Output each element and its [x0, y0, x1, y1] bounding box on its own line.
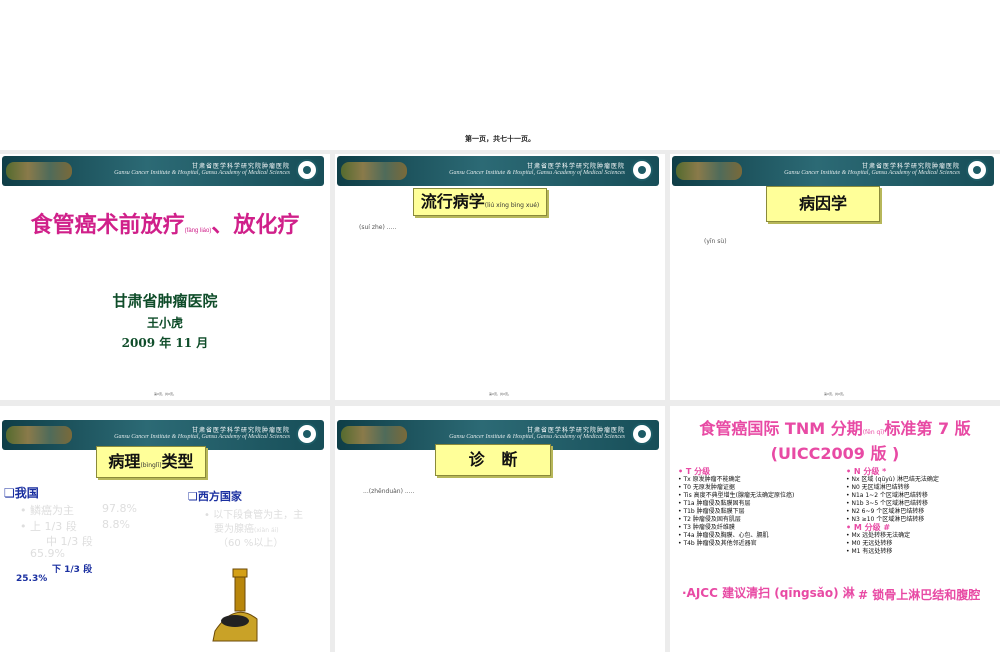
- china-row-2: • 上 1/3 段: [20, 520, 77, 533]
- t-stage-item: • T2 肿瘤侵及固有肌层: [678, 516, 741, 523]
- t-stage-item: • T0 无原发肿瘤证据: [678, 484, 735, 491]
- body-note: ...(zhěnduàn) .....: [363, 488, 415, 495]
- top-blank-area: 第一页，共七十一页。: [0, 0, 1000, 150]
- microscope-icon: [212, 568, 258, 642]
- slide-title: 流行病学: [420, 192, 485, 211]
- page-count-label: 第一页，共七十一页。: [465, 135, 535, 143]
- slide-thumbnail-3[interactable]: 甘肃省医学科学研究院肿瘤医院 Gansu Cancer Institute & …: [670, 154, 1000, 400]
- slide-thumbnail-2[interactable]: 甘肃省医学科学研究院肿瘤医院 Gansu Cancer Institute & …: [335, 154, 665, 400]
- supraclavicular-note: # 锁骨上淋巴结和腹腔: [858, 588, 981, 602]
- banner-photo: [6, 162, 72, 180]
- t-stage-item: • Tis 高度不典型增生(腺瘤无法确定原位癌): [678, 492, 795, 499]
- title-pinyin: (liú xíng bìng xué): [484, 202, 540, 209]
- t-stage-heading: • T 分级: [678, 467, 711, 476]
- hospital-name-cn: 甘肃省医学科学研究院肿瘤医院: [861, 163, 960, 170]
- slide-footer: 第X页，共X页。: [823, 392, 847, 396]
- slide-title-scroll: 病因学: [766, 186, 880, 222]
- slide-title: 食管癌国际 TNM 分期(fēn qī)标准第 7 版 (UICC2009 版 …: [699, 419, 971, 463]
- hospital-logo-icon: [631, 159, 653, 181]
- hospital-name-cn: 甘肃省医学科学研究院肿瘤医院: [526, 163, 625, 170]
- n-stage-item: • N2 6~9 个区域淋巴结转移: [846, 508, 925, 515]
- t-stage-item: • T1a 肿瘤侵及黏膜固有层: [678, 500, 751, 507]
- slide-thumbnail-4[interactable]: 甘肃省医学科学研究院肿瘤医院 Gansu Cancer Institute & …: [0, 406, 330, 652]
- t-stage-list: • T 分级 • Tx 原发肿瘤不能确定 • T0 无原发肿瘤证据 • Tis …: [678, 468, 836, 548]
- m-stage-heading: • M 分级 #: [846, 523, 891, 532]
- banner-photo: [6, 426, 72, 444]
- slide-title: 食管癌术前放疗(fàng liáo)、放化疗: [30, 212, 300, 238]
- n-m-stage-list: • N 分级 * • Nx 区域 (qūyù) 淋巴结无法确定 • N0 无区域…: [846, 468, 996, 556]
- banner-photo: [676, 162, 742, 180]
- body-note: (yīn sù): [704, 238, 727, 245]
- n-stage-item: • N1a 1~2 个区域淋巴结转移: [846, 492, 928, 499]
- hospital-name-en: Gansu Cancer Institute & Hospital, Gansu…: [114, 434, 290, 440]
- slide-thumbnail-1[interactable]: 甘肃省医学科学研究院肿瘤医院 Gansu Cancer Institute & …: [0, 154, 330, 400]
- body-note: (suí zhe) .....: [359, 224, 397, 231]
- hospital-logo-icon: [966, 159, 988, 181]
- banner-photo: [341, 162, 407, 180]
- slide-title: 病因学: [798, 194, 847, 213]
- china-row-2-value: 8.8%: [102, 518, 130, 531]
- china-row-4: 下 1/3 段: [52, 565, 93, 575]
- china-row-1: • 鳞癌为主: [20, 504, 74, 517]
- slide-title: 病理: [108, 452, 141, 471]
- slide-header-banner: 甘肃省医学科学研究院肿瘤医院 Gansu Cancer Institute & …: [2, 156, 324, 186]
- slide-thumbnail-6[interactable]: 食管癌国际 TNM 分期(fēn qī)标准第 7 版 (UICC2009 版 …: [670, 406, 1000, 652]
- title-pinyin: (bìnglǐ): [140, 462, 162, 469]
- west-row-3: （60 %以上）: [218, 538, 284, 549]
- hospital-name-en: Gansu Cancer Institute & Hospital, Gansu…: [114, 170, 290, 176]
- hospital-name-cn: 甘肃省医学科学研究院肿瘤医院: [526, 427, 625, 434]
- hospital-name-en: Gansu Cancer Institute & Hospital, Gansu…: [784, 170, 960, 176]
- slide-title: 诊 断: [468, 450, 518, 469]
- hospital-name-cn: 甘肃省医学科学研究院肿瘤医院: [191, 163, 290, 170]
- n-stage-item: • Nx 区域 (qūyù) 淋巴结无法确定: [846, 476, 939, 483]
- t-stage-item: • T1b 肿瘤侵及黏膜下层: [678, 508, 745, 515]
- slide-title-scroll: 诊 断: [435, 444, 551, 476]
- t-stage-item: • Tx 原发肿瘤不能确定: [678, 476, 741, 483]
- hospital-name-en: Gansu Cancer Institute & Hospital, Gansu…: [449, 170, 625, 176]
- t-stage-item: • T4a 肿瘤侵及胸膜、心包、膈肌: [678, 532, 769, 539]
- slide-header-banner: 甘肃省医学科学研究院肿瘤医院 Gansu Cancer Institute & …: [672, 156, 994, 186]
- n-stage-item: • N1b 3~5 个区域淋巴结转移: [846, 500, 929, 507]
- hospital-logo-icon: [296, 423, 318, 445]
- slide-title-scroll: 病理(bìnglǐ)类型: [96, 446, 206, 478]
- slide-footer: 第X页，共X页。: [153, 392, 177, 396]
- hospital-logo-icon: [296, 159, 318, 181]
- m-stage-item: • M0 无远处转移: [846, 540, 893, 547]
- m-stage-item: • M1 有远处转移: [846, 548, 893, 555]
- slide-footer: 第X页，共X页。: [488, 392, 512, 396]
- west-row-2: 要为腺癌(xiàn ái): [214, 524, 279, 535]
- n-stage-item: • N0 无区域淋巴结转移: [846, 484, 910, 491]
- t-stage-item: • T3 肿瘤侵及纤维膜: [678, 524, 735, 531]
- hospital-logo-icon: [631, 423, 653, 445]
- china-row-4-value: 25.3%: [16, 574, 48, 584]
- banner-photo: [341, 426, 407, 444]
- slide-header-banner: 甘肃省医学科学研究院肿瘤医院 Gansu Cancer Institute & …: [337, 156, 659, 186]
- author-name: 王小虎: [146, 316, 183, 330]
- n-stage-heading: • N 分级 *: [846, 467, 887, 476]
- hospital-name-en: Gansu Cancer Institute & Hospital, Gansu…: [449, 434, 625, 440]
- west-heading: ❏西方国家: [188, 490, 242, 503]
- slide-title-scroll: 流行病学(liú xíng bìng xué): [413, 188, 547, 216]
- organization-name: 甘肃省肿瘤医院: [112, 292, 218, 310]
- m-stage-item: • Mx 远处转移无法确定: [846, 532, 911, 539]
- china-row-1-value: 97.8%: [102, 502, 137, 515]
- china-heading: ❏我国: [4, 486, 39, 500]
- west-row-1: • 以下段食管为主，主: [204, 510, 304, 521]
- ajcc-note: ·AJCC 建议清扫 (qīngsǎo) 淋: [682, 586, 855, 600]
- slide-thumbnail-5[interactable]: 甘肃省医学科学研究院肿瘤医院 Gansu Cancer Institute & …: [335, 406, 665, 652]
- t-stage-item: • T4b 肿瘤侵及其他邻近器官: [678, 540, 757, 547]
- hospital-name-cn: 甘肃省医学科学研究院肿瘤医院: [191, 427, 290, 434]
- presentation-date: 2009 年 11 月: [121, 336, 209, 350]
- china-row-3-value: 65.9%: [30, 547, 65, 560]
